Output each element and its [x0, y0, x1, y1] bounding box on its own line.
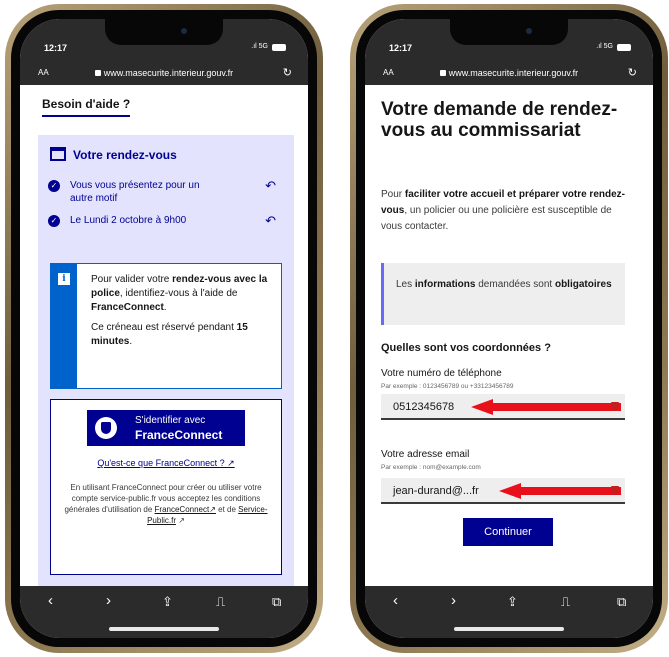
phone-bezel: 12:17 .ıl 5G AA www.masecurite.interieur…: [356, 10, 662, 647]
url-text[interactable]: www.masecurite.interieur.gouv.fr: [449, 68, 578, 78]
screen: 12:17 .ıl 5G AA www.masecurite.interieur…: [365, 19, 653, 638]
info-text-part: .: [163, 302, 167, 313]
status-bar: 12:17 .ıl 5G: [365, 19, 653, 63]
browser-toolbar: ‹ › ⇪ ⎍ ⧉: [20, 586, 308, 638]
info-notice: i Pour valider votre rendez-vous avec la…: [50, 263, 282, 389]
share-icon[interactable]: ⇪: [162, 594, 173, 610]
phone-hint: Par exemple : 0123456789 ou +33123456789: [381, 383, 514, 390]
undo-icon[interactable]: ↶: [265, 179, 276, 192]
phone-field[interactable]: 0512345678: [381, 394, 625, 420]
intro-text: Pour faciliter votre accueil et préparer…: [381, 187, 631, 235]
email-value: jean-durand@...fr: [393, 485, 479, 497]
info-band: i: [51, 264, 77, 388]
franceconnect-terms: En utilisant FranceConnect pour créer ou…: [61, 482, 271, 526]
appointment-panel: Votre rendez-vous ✓ Vous vous présentez …: [38, 135, 294, 586]
url-text[interactable]: www.masecurite.interieur.gouv.fr: [104, 68, 233, 78]
fc-button-line2: FranceConnect: [135, 428, 223, 442]
step-text: Le Lundi 2 octobre à 9h00: [70, 215, 187, 226]
back-icon[interactable]: ‹: [393, 592, 398, 609]
info-text-part: Pour valider votre: [91, 274, 173, 285]
franceconnect-box: S'identifier avec FranceConnect Qu'est-c…: [50, 399, 282, 575]
lock-icon: [94, 70, 101, 76]
tabs-icon[interactable]: ⧉: [272, 594, 281, 610]
status-time: 12:17: [389, 43, 413, 53]
info-text-part: Ce créneau est réservé pendant: [91, 322, 237, 333]
browser-toolbar: ‹ › ⇪ ⎍ ⧉: [365, 586, 653, 638]
phone-label: Votre numéro de téléphone: [381, 368, 502, 379]
lock-icon: [439, 70, 446, 76]
callout-part: Les: [396, 279, 415, 290]
password-manager-icon[interactable]: [611, 486, 619, 494]
url-bar[interactable]: AA www.masecurite.interieur.gouv.fr ↻: [20, 63, 308, 85]
info-text: Pour valider votre rendez-vous avec la p…: [91, 273, 275, 349]
back-icon[interactable]: ‹: [48, 592, 53, 609]
url-bar[interactable]: AA www.masecurite.interieur.gouv.fr ↻: [365, 63, 653, 85]
phone-value: 0512345678: [393, 401, 455, 413]
network-type: 5G: [258, 43, 268, 50]
intro-part: Pour: [381, 189, 405, 200]
reload-icon[interactable]: ↻: [628, 66, 637, 79]
red-arrow-annotation: [471, 399, 621, 415]
network-label: .ıl 5G: [596, 43, 613, 50]
info-icon: i: [58, 273, 70, 285]
info-text-bold: FranceConnect: [91, 302, 164, 313]
check-icon: ✓: [48, 180, 60, 192]
status-bar: 12:17 .ıl 5G: [20, 19, 308, 63]
undo-icon[interactable]: ↶: [265, 214, 276, 227]
home-indicator: [454, 627, 564, 631]
phone-bezel: 12:17 .ıl 5G AA www.masecurite.interieur…: [11, 10, 317, 647]
contact-question: Quelles sont vos coordonnées ?: [381, 342, 551, 354]
password-manager-icon[interactable]: [611, 402, 619, 410]
network-type: 5G: [603, 43, 613, 50]
battery-icon: [272, 44, 286, 51]
appointment-title: Votre rendez-vous: [73, 148, 177, 162]
reload-icon[interactable]: ↻: [283, 66, 292, 79]
email-hint: Par exemple : nom@example.com: [381, 464, 481, 471]
phone-left: 12:17 .ıl 5G AA www.masecurite.interieur…: [5, 4, 323, 653]
info-text-part: , identifiez-vous à l'aide de: [119, 288, 238, 299]
camera: [526, 28, 532, 34]
franceconnect-logo: [95, 417, 117, 439]
page-title: Votre demande de rendez-vous au commissa…: [381, 99, 618, 141]
mandatory-callout: Les informations demandées sont obligato…: [381, 263, 625, 325]
notch: [450, 19, 568, 45]
email-field[interactable]: jean-durand@...fr: [381, 478, 625, 504]
notch: [105, 19, 223, 45]
what-is-franceconnect-link[interactable]: Qu'est-ce que FranceConnect ? ↗: [51, 458, 281, 469]
forward-icon[interactable]: ›: [106, 592, 111, 609]
bookmarks-icon[interactable]: ⎍: [561, 594, 570, 610]
check-icon: ✓: [48, 215, 60, 227]
callout-part: demandées sont: [475, 279, 555, 290]
bookmarks-icon[interactable]: ⎍: [216, 594, 225, 610]
step-text: Vous vous présentez pour un autre motif: [70, 180, 200, 204]
calendar-icon: [50, 147, 66, 161]
continue-button[interactable]: Continuer: [463, 518, 553, 546]
share-icon[interactable]: ⇪: [507, 594, 518, 610]
forward-icon[interactable]: ›: [451, 592, 456, 609]
franceconnect-button[interactable]: S'identifier avec FranceConnect: [87, 410, 245, 446]
camera: [181, 28, 187, 34]
page-content: Votre demande de rendez-vous au commissa…: [365, 85, 653, 586]
phone-right: 12:17 .ıl 5G AA www.masecurite.interieur…: [350, 4, 668, 653]
email-label: Votre adresse email: [381, 449, 470, 460]
home-indicator: [109, 627, 219, 631]
terms-text: et de: [215, 505, 239, 514]
intro-part: , un policier ou une policière est susce…: [381, 205, 612, 232]
red-arrow-annotation: [499, 483, 621, 499]
tabs-icon[interactable]: ⧉: [617, 594, 626, 610]
franceconnect-terms-link[interactable]: FranceConnect↗: [155, 505, 216, 514]
external-link-icon: ↗: [175, 516, 185, 525]
callout-bold: obligatoires: [554, 279, 612, 290]
appointment-heading: Votre rendez-vous: [50, 147, 177, 162]
callout-bold: informations: [414, 279, 476, 290]
info-text-part: .: [129, 336, 133, 347]
network-label: .ıl 5G: [251, 43, 268, 50]
battery-icon: [617, 44, 631, 51]
page-content: Besoin d'aide ? Votre rendez-vous ✓ Vous…: [20, 85, 308, 586]
screen: 12:17 .ıl 5G AA www.masecurite.interieur…: [20, 19, 308, 638]
help-title: Besoin d'aide ?: [42, 97, 131, 117]
status-time: 12:17: [44, 43, 68, 53]
fc-button-line1: S'identifier avec: [135, 415, 206, 426]
